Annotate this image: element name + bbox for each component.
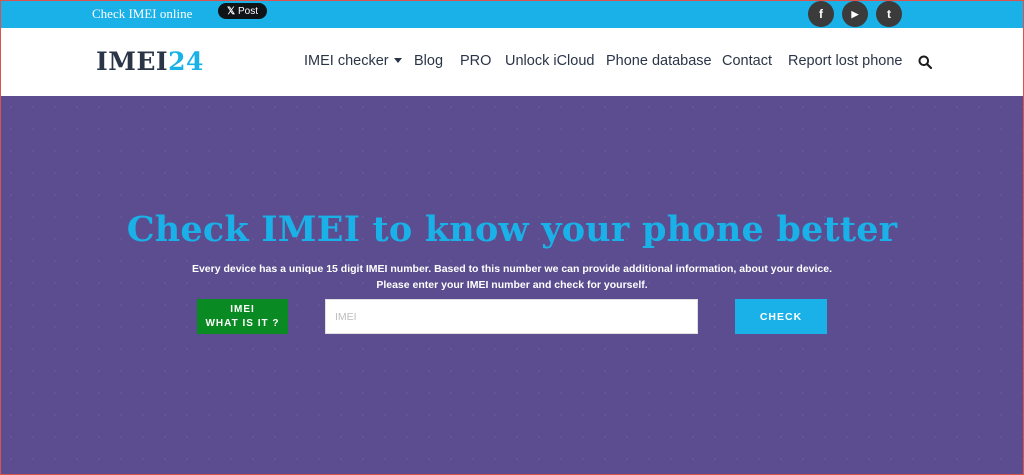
check-button[interactable]: CHECK	[735, 299, 827, 334]
top-bar-text: Check IMEI online	[92, 6, 193, 21]
imei-what-is-it-button[interactable]: IMEI WHAT IS IT ?	[197, 299, 288, 334]
hero-subtitle-line-2: Please enter your IMEI number and check …	[376, 279, 648, 291]
nav-item-contact[interactable]: Contact	[722, 53, 772, 69]
nav-item-report-lost-phone[interactable]: Report lost phone	[788, 53, 902, 69]
youtube-icon[interactable]: ▶	[842, 1, 868, 27]
logo-text: IMEI	[96, 47, 169, 76]
nav-item-unlock-icloud[interactable]: Unlock iCloud	[505, 53, 594, 69]
nav-item-imei-checker[interactable]: IMEI checker	[304, 53, 402, 69]
logo-number: 24	[168, 47, 204, 76]
imei-button-line-1: IMEI	[230, 303, 255, 315]
x-logo-icon: 𝕏	[226, 5, 236, 17]
imei-input[interactable]	[325, 299, 698, 334]
facebook-glyph: f	[819, 7, 823, 21]
hero-headline: Check IMEI to know your phone better	[126, 209, 898, 250]
hero-section: Check IMEI to know your phone better Eve…	[0, 96, 1024, 475]
site-logo[interactable]: IMEI24	[96, 47, 204, 76]
facebook-icon[interactable]: f	[808, 1, 834, 27]
nav-item-pro[interactable]: PRO	[460, 53, 491, 69]
x-post-label: Post	[238, 5, 259, 17]
nav-item-phone-database[interactable]: Phone database	[606, 53, 712, 69]
top-bar: Check IMEI online 𝕏 Post f ▶ t	[0, 0, 1024, 28]
caret-down-icon	[393, 57, 402, 63]
twitter-glyph: t	[887, 7, 891, 21]
main-navbar: IMEI24 IMEI checker Blog PRO Unlock iClo…	[0, 28, 1024, 96]
nav-item-label: IMEI checker	[304, 53, 389, 69]
search-icon[interactable]	[918, 55, 932, 69]
x-post-button[interactable]: 𝕏 Post	[218, 3, 267, 19]
youtube-glyph: ▶	[851, 8, 859, 19]
imei-button-line-2: WHAT IS IT ?	[205, 317, 280, 329]
hero-subtitle-line-1: Every device has a unique 15 digit IMEI …	[191, 263, 833, 275]
nav-item-blog[interactable]: Blog	[414, 53, 443, 69]
twitter-icon[interactable]: t	[876, 1, 902, 27]
